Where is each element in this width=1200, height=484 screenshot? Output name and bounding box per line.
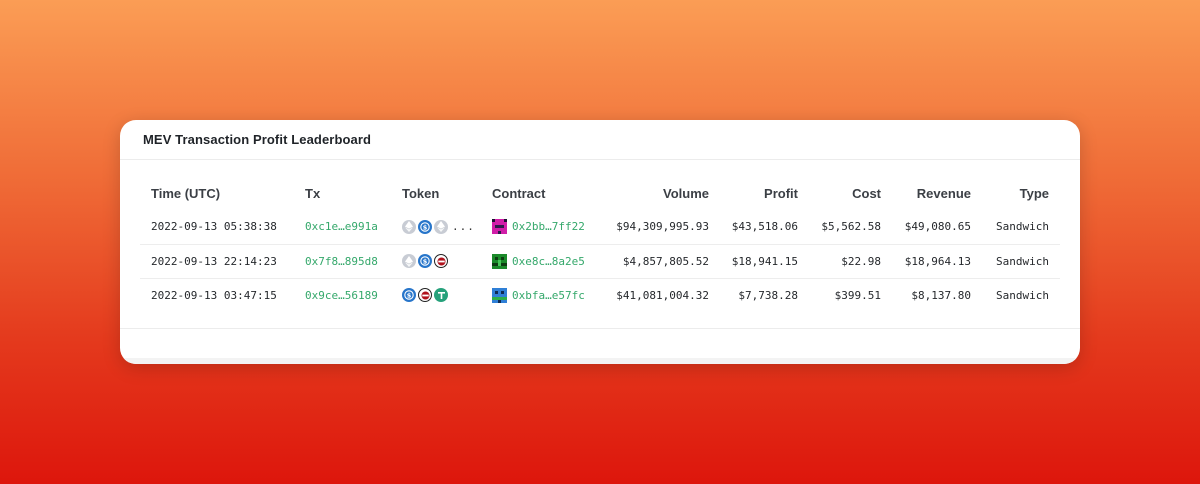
more-tokens-indicator[interactable]: ...: [452, 220, 475, 233]
table-header-row: Time (UTC) Tx Token Contract Volume Prof…: [140, 176, 1060, 210]
header-volume[interactable]: Volume: [593, 176, 720, 210]
eth-icon[interactable]: [434, 219, 448, 234]
header-contract[interactable]: Contract: [481, 176, 593, 210]
card-title: MEV Transaction Profit Leaderboard: [143, 132, 372, 147]
cell-contract: 0x2bb…7ff22: [481, 210, 593, 244]
contract-link[interactable]: 0x2bb…7ff22: [512, 220, 585, 233]
table-row: 2022-09-13 03:47:15 0x9ce…56189 $ 0xbfa……: [140, 278, 1060, 312]
cell-profit: $7,738.28: [738, 288, 798, 302]
cell-revenue: $8,137.80: [911, 288, 971, 302]
svg-text:$: $: [423, 257, 428, 265]
cell-volume: $94,309,995.93: [616, 220, 709, 234]
leaderboard-card: MEV Transaction Profit Leaderboard Time …: [120, 120, 1080, 364]
tx-link[interactable]: 0xc1e…e991a: [294, 210, 391, 244]
tx-link[interactable]: 0x9ce…56189: [294, 278, 391, 312]
contract-avatar-icon: [492, 253, 507, 269]
cell-time: 2022-09-13 05:38:38: [151, 220, 277, 234]
card-header: MEV Transaction Profit Leaderboard: [120, 120, 1080, 160]
header-revenue[interactable]: Revenue: [892, 176, 982, 210]
cell-time: 2022-09-13 03:47:15: [151, 288, 277, 302]
cell-time: 2022-09-13 22:14:23: [151, 254, 277, 268]
contract-avatar-icon: [492, 219, 507, 235]
header-tx[interactable]: Tx: [294, 176, 391, 210]
header-profit[interactable]: Profit: [720, 176, 809, 210]
cell-type: Sandwich: [996, 254, 1049, 268]
mev-icon[interactable]: [418, 288, 432, 303]
usdt-icon[interactable]: [434, 288, 448, 303]
cell-volume: $41,081,004.32: [616, 288, 709, 302]
eth-icon[interactable]: [402, 254, 416, 268]
table-row: 2022-09-13 22:14:23 0x7f8…895d8 $ 0xe8c……: [140, 244, 1060, 278]
cell-revenue: $18,964.13: [904, 254, 971, 268]
contract-avatar-icon: [492, 287, 507, 303]
cell-type: Sandwich: [996, 220, 1049, 234]
cell-volume: $4,857,805.52: [622, 254, 709, 268]
leaderboard-table-container: Time (UTC) Tx Token Contract Volume Prof…: [140, 176, 1060, 312]
cell-contract: 0xe8c…8a2e5: [481, 244, 593, 278]
mev-icon[interactable]: [434, 254, 448, 268]
cell-profit: $43,518.06: [731, 220, 798, 234]
contract-link[interactable]: 0xe8c…8a2e5: [512, 255, 585, 268]
header-time[interactable]: Time (UTC): [140, 176, 294, 210]
svg-text:$: $: [407, 292, 412, 300]
usdc-icon[interactable]: $: [418, 254, 432, 268]
cell-tokens: $: [391, 278, 481, 312]
eth-icon[interactable]: [402, 219, 416, 234]
cell-type: Sandwich: [996, 288, 1049, 302]
cell-cost: $22.98: [841, 254, 881, 268]
cell-tokens: $ ...: [391, 210, 481, 244]
usdc-icon[interactable]: $: [402, 288, 416, 303]
leaderboard-table: Time (UTC) Tx Token Contract Volume Prof…: [140, 176, 1060, 312]
cell-cost: $5,562.58: [821, 220, 881, 234]
table-row: 2022-09-13 05:38:38 0xc1e…e991a $ ... 0x…: [140, 210, 1060, 244]
cell-cost: $399.51: [834, 288, 881, 302]
header-cost[interactable]: Cost: [809, 176, 892, 210]
header-token[interactable]: Token: [391, 176, 481, 210]
cell-profit: $18,941.15: [731, 254, 798, 268]
contract-link[interactable]: 0xbfa…e57fc: [512, 289, 585, 302]
cell-contract: 0xbfa…e57fc: [481, 278, 593, 312]
cell-tokens: $: [391, 244, 481, 278]
card-footer: [120, 328, 1080, 356]
header-type[interactable]: Type: [982, 176, 1060, 210]
tx-link[interactable]: 0x7f8…895d8: [294, 244, 391, 278]
svg-text:$: $: [423, 223, 428, 231]
horizontal-scrollbar[interactable]: [120, 358, 1080, 364]
cell-revenue: $49,080.65: [904, 220, 971, 234]
usdc-icon[interactable]: $: [418, 219, 432, 234]
